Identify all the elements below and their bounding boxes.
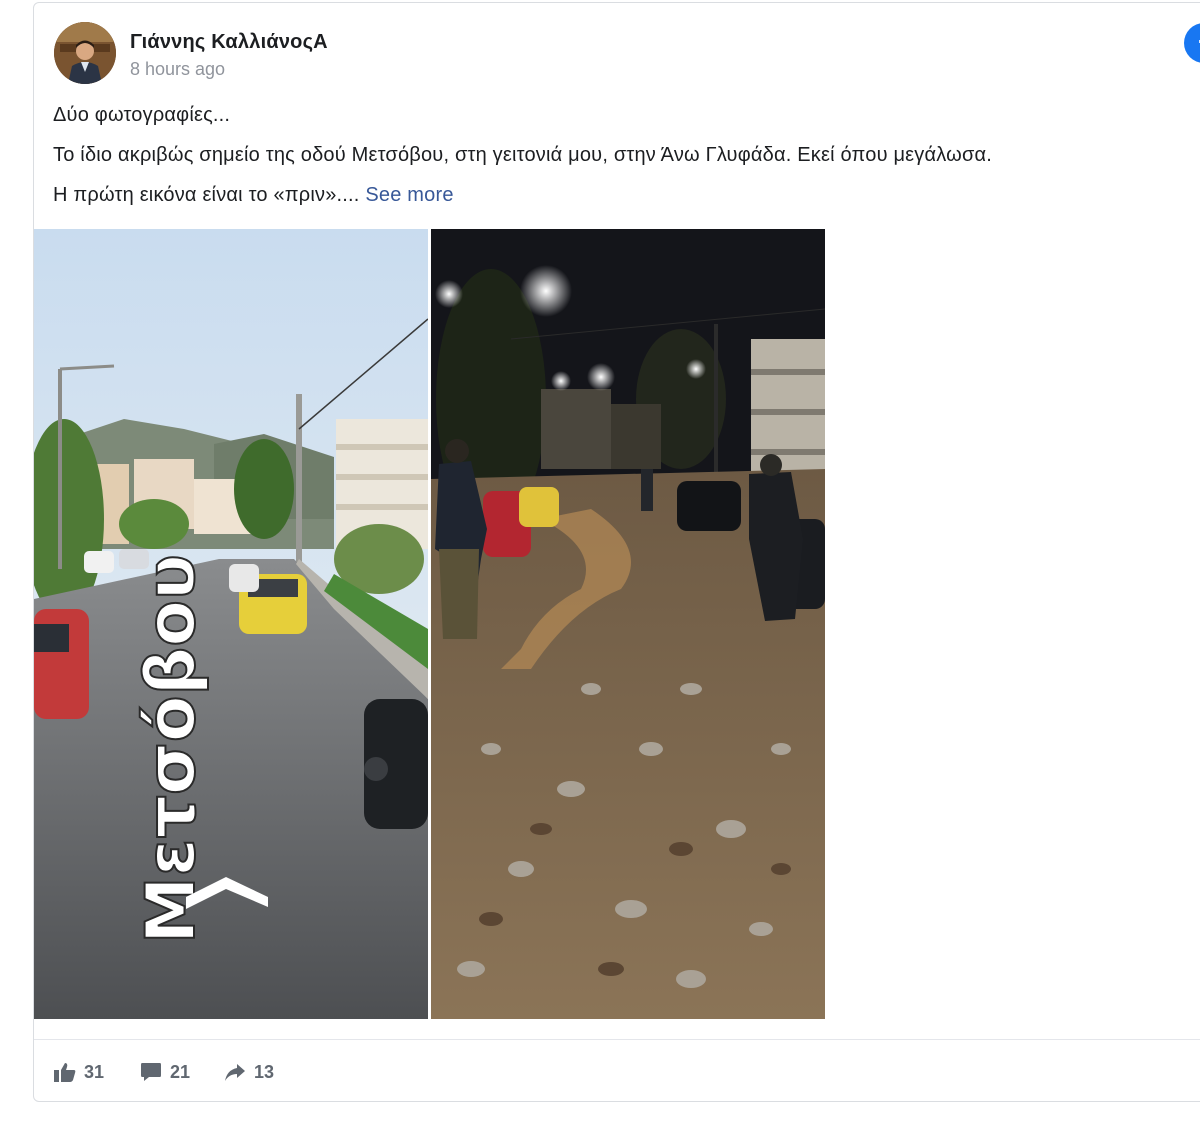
post-text-line: Η πρώτη εικόνα είναι το «πριν».... See m… xyxy=(53,183,1200,208)
comments-count: 21 xyxy=(170,1061,191,1082)
author-name[interactable]: Γιάννης ΚαλλιάνοςA xyxy=(130,31,328,54)
post-text-line: Το ίδιο ακριβώς σημείο της οδού Μετσόβου… xyxy=(53,144,993,166)
see-more-link[interactable]: See more xyxy=(365,184,453,206)
post-text: Δύο φωτογραφίες... Το ίδιο ακριβώς σημεί… xyxy=(53,103,1200,223)
thumbs-up-icon xyxy=(54,1063,76,1082)
photo-after[interactable] xyxy=(431,229,825,1019)
post-timestamp[interactable]: 8 hours ago xyxy=(130,59,225,80)
likes-stat[interactable]: 31 xyxy=(54,1059,104,1085)
shares-stat[interactable]: 13 xyxy=(224,1059,274,1085)
share-icon xyxy=(225,1064,245,1081)
shares-count: 13 xyxy=(254,1061,275,1082)
facebook-icon[interactable]: f xyxy=(1184,23,1200,63)
photo-before[interactable]: Μετσόβου xyxy=(34,229,428,1019)
footer-divider xyxy=(34,1039,1200,1040)
comments-stat[interactable]: 21 xyxy=(140,1059,190,1085)
post-text-line: Δύο φωτογραφίες... xyxy=(53,104,231,126)
author-avatar[interactable] xyxy=(54,22,116,84)
post-card: Γιάννης ΚαλλιάνοςA 8 hours ago f Δύο φωτ… xyxy=(33,2,1200,1102)
street-label: Μετσόβου xyxy=(132,554,211,944)
post-text-line-content: Η πρώτη εικόνα είναι το «πριν».... xyxy=(53,184,360,206)
likes-count: 31 xyxy=(84,1061,105,1082)
comment-icon xyxy=(141,1063,161,1081)
